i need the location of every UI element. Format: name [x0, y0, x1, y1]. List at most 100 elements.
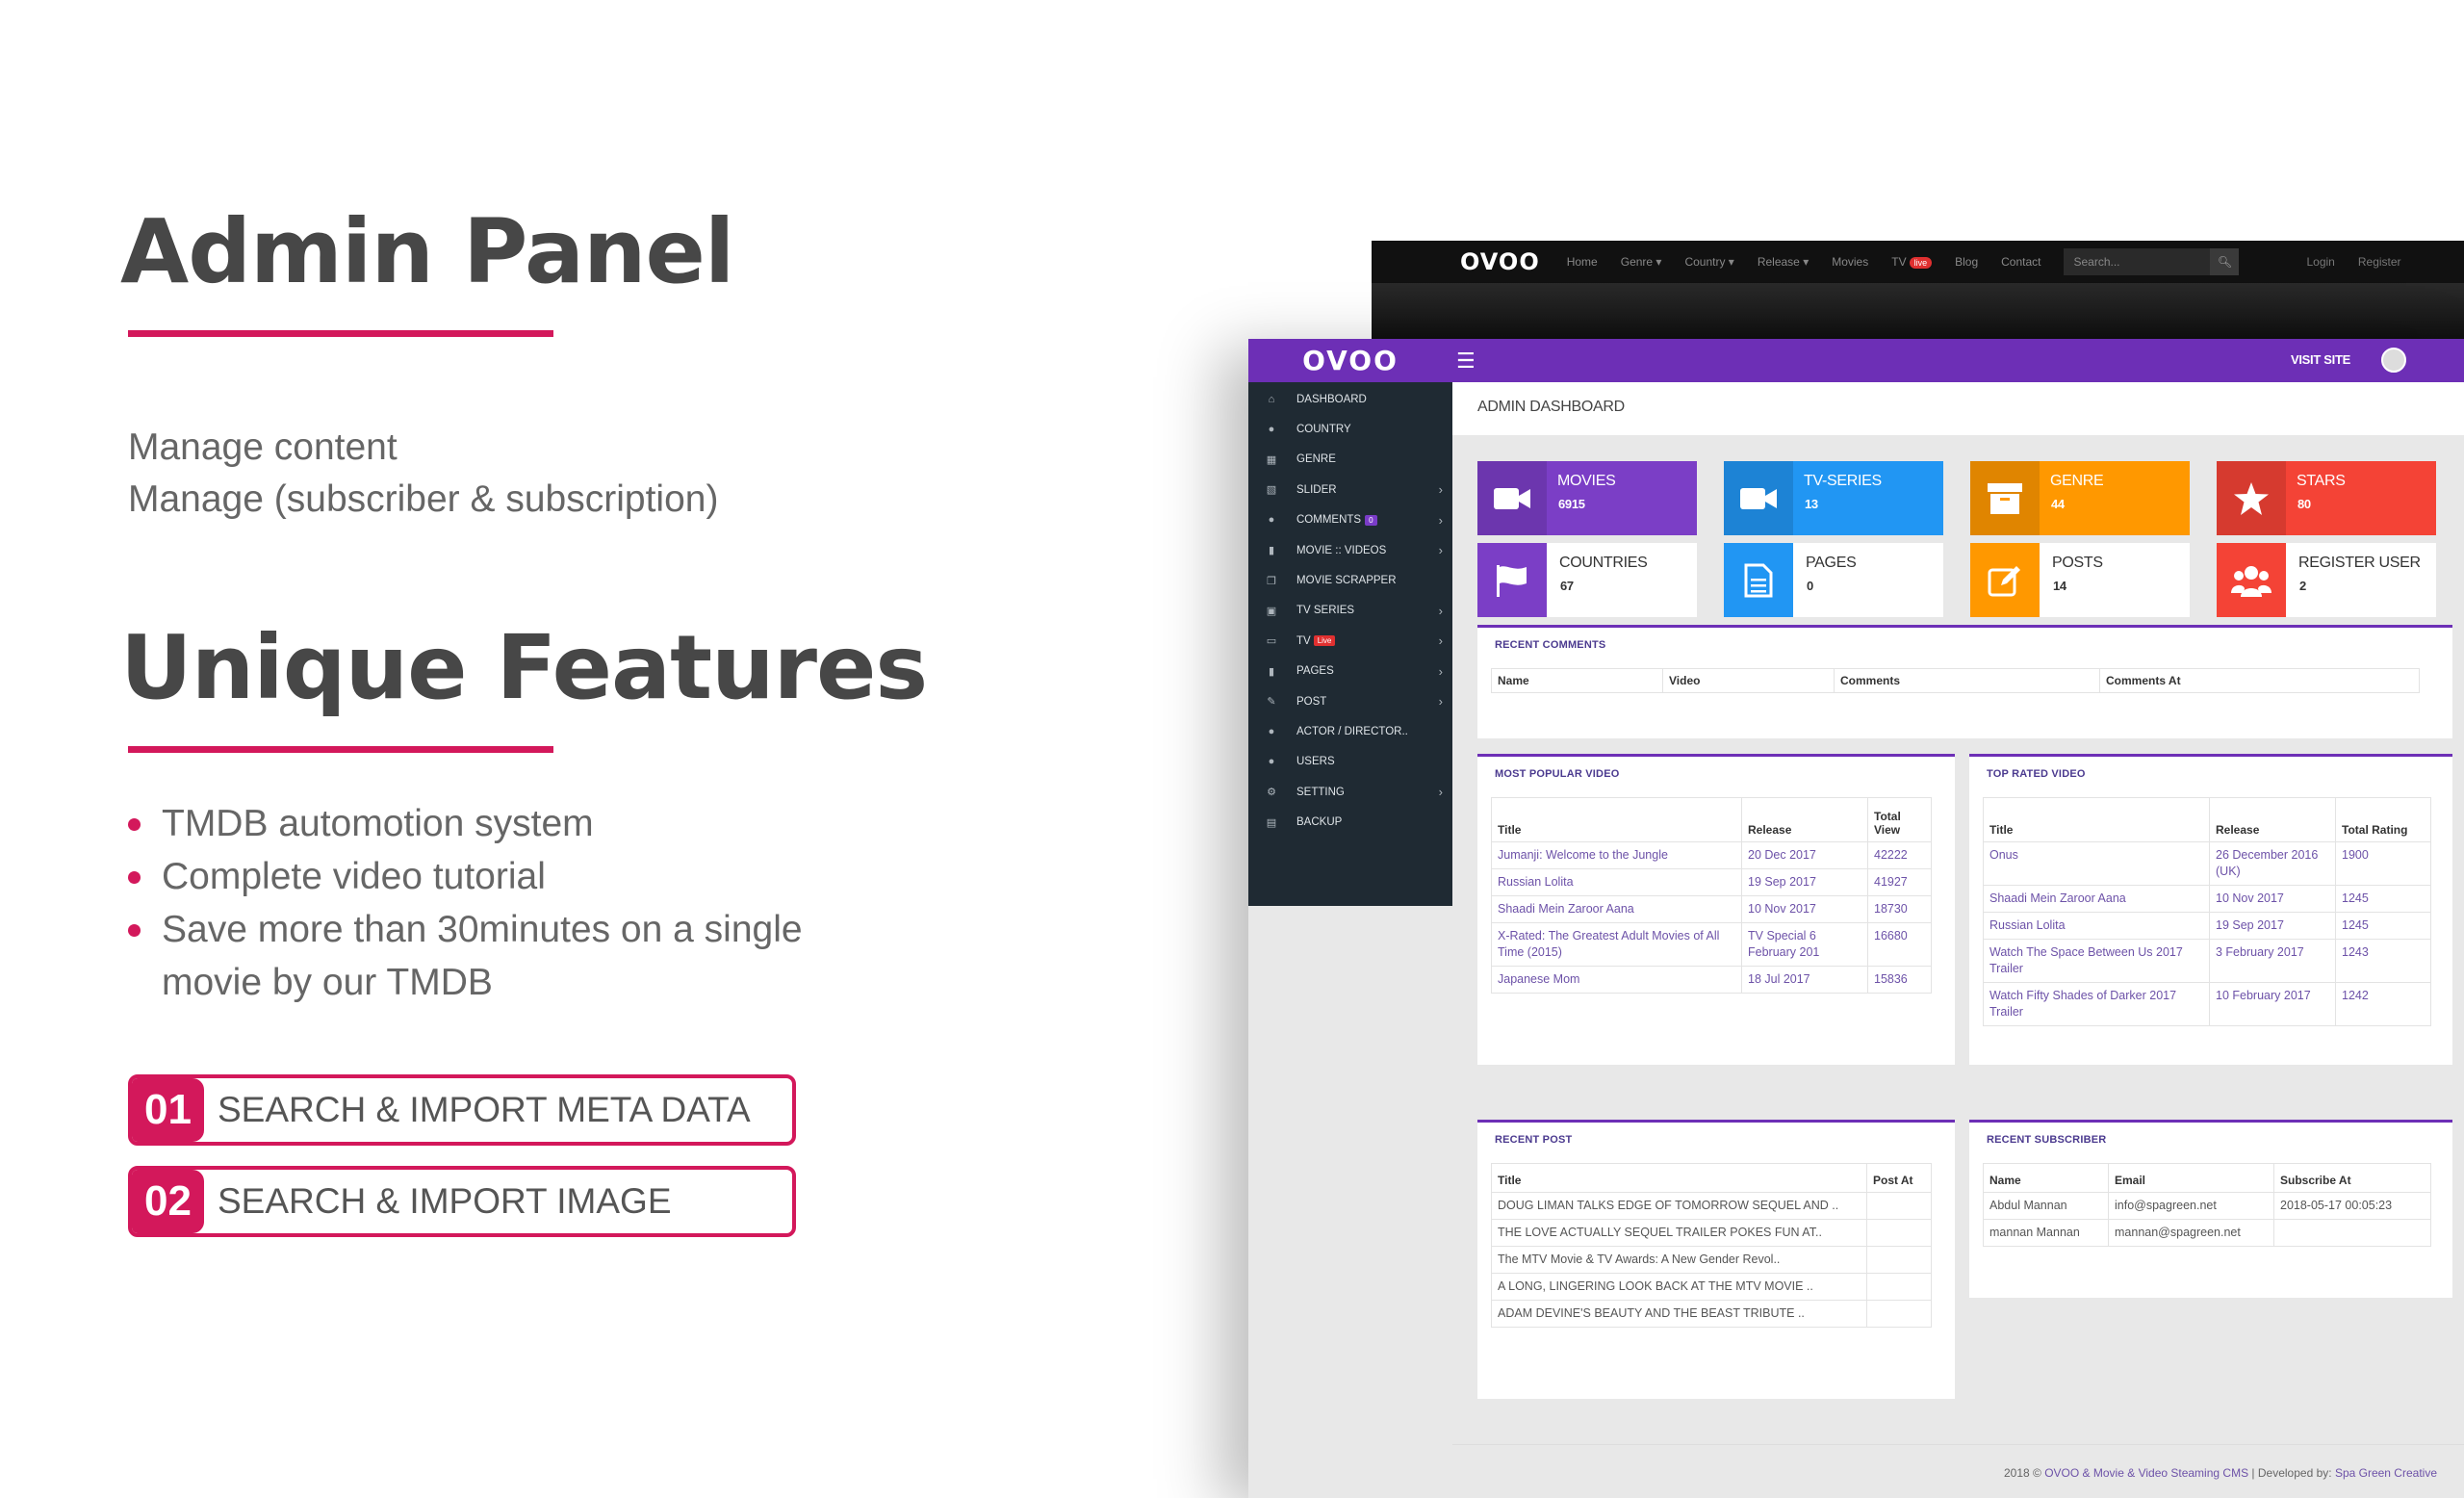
table-row[interactable]: DOUG LIMAN TALKS EDGE OF TOMORROW SEQUEL… [1491, 1192, 1932, 1220]
frontend-preview: OVOO Home Genre ▾ Country ▾ Release ▾ Mo… [1372, 241, 2464, 341]
chevron-right-icon: › [1438, 482, 1443, 498]
sidebar-item-tv[interactable]: ▭ TV Live › [1248, 626, 1452, 656]
sidebar-item-movie-scrapper[interactable]: ❐ MOVIE SCRAPPER [1248, 565, 1452, 595]
step-label: SEARCH & IMPORT IMAGE [218, 1181, 672, 1221]
sidebar-item-users[interactable]: ● USERS [1248, 747, 1452, 777]
video-icon: ▮ [1268, 545, 1275, 557]
most-popular-panel: MOST POPULAR VIDEO Title Release Total V… [1477, 754, 1955, 1065]
recent-comments-panel: RECENT COMMENTS Name Video Comments Comm… [1477, 625, 2452, 738]
column-header: Title [1491, 797, 1742, 842]
column-header: Email [2108, 1163, 2274, 1193]
table-row[interactable]: Jumanji: Welcome to the Jungle 20 Dec 201… [1491, 841, 1932, 869]
table-row[interactable]: Russian Lolita 19 Sep 2017 1245 [1983, 912, 2431, 940]
table-row[interactable]: X-Rated: The Greatest Adult Movies of Al… [1491, 922, 1932, 967]
frontend-search-input[interactable]: Search... [2064, 248, 2211, 275]
chevron-right-icon: › [1438, 663, 1443, 679]
column-header: Video [1662, 668, 1835, 693]
feature-item: TMDB automotion system [128, 797, 835, 850]
table-row[interactable]: Shaadi Mein Zaroor Aana 10 Nov 2017 18730 [1491, 895, 1932, 923]
sidebar-item-dashboard[interactable]: ⌂ DASHBOARD [1248, 384, 1452, 414]
sidebar-item-comments[interactable]: ● COMMENTS 0 › [1248, 505, 1452, 535]
menu-toggle-icon[interactable]: ☰ [1456, 349, 1476, 374]
table-row[interactable]: Onus 26 December 2016 (UK) 1900 [1983, 841, 2431, 886]
users-icon: ● [1268, 725, 1275, 737]
table-row[interactable]: The MTV Movie & TV Awards: A New Gender … [1491, 1246, 1932, 1274]
visit-site-link[interactable]: VISIT SITE [2291, 352, 2350, 367]
register-link[interactable]: Register [2358, 255, 2401, 269]
table-row[interactable]: A LONG, LINGERING LOOK BACK AT THE MTV M… [1491, 1273, 1932, 1301]
sidebar-item-actor-director[interactable]: ● ACTOR / DIRECTOR.. [1248, 716, 1452, 746]
admin-footer: 2018 © OVOO & Movie & Video Steaming CMS… [1452, 1444, 2464, 1498]
nav-release[interactable]: Release ▾ [1758, 255, 1809, 269]
table-row[interactable]: Watch The Space Between Us 2017 Trailer 3… [1983, 939, 2431, 983]
admin-logo[interactable]: OVOO [1248, 345, 1452, 376]
column-header: Title [1983, 797, 2210, 842]
live-badge: Live [1313, 635, 1336, 647]
developer-link[interactable]: Spa Green Creative [2335, 1466, 2437, 1480]
chevron-right-icon: › [1438, 543, 1443, 558]
promo-title: Admin Panel [120, 200, 734, 303]
popular-table: Title Release Total View Jumanji: Welcom… [1491, 797, 1932, 994]
live-badge: live [1909, 257, 1933, 269]
nav-blog[interactable]: Blog [1955, 255, 1978, 269]
frontend-logo[interactable]: OVOO [1460, 248, 1540, 275]
panel-title: TOP RATED VIDEO [1987, 768, 2086, 780]
title-underline [128, 330, 553, 337]
features-underline [128, 746, 553, 753]
sidebar-item-setting[interactable]: ⚙︎ SETTING › [1248, 777, 1452, 807]
table-row[interactable]: Abdul Mannan info@spagreen.net 2018-05-17 … [1983, 1192, 2431, 1220]
stat-card-posts[interactable]: POSTS 14 [1970, 543, 2190, 617]
table-row[interactable]: ADAM DEVINE'S BEAUTY AND THE BEAST TRIBU… [1491, 1300, 1932, 1328]
slider-icon: ▧ [1266, 484, 1277, 497]
column-header: Total Rating [2335, 797, 2431, 842]
home-icon: ⌂ [1268, 393, 1275, 405]
sidebar-item-slider[interactable]: ▧ SLIDER › [1248, 475, 1452, 504]
sidebar-item-genre[interactable]: ▦ GENRE [1248, 445, 1452, 475]
nav-tv[interactable]: TV live [1891, 255, 1933, 269]
stat-card-pages[interactable]: PAGES 0 [1724, 543, 1943, 617]
copy-icon: ❐ [1267, 575, 1276, 587]
chevron-right-icon: › [1438, 512, 1443, 528]
top-rated-table: Title Release Total Rating Onus 26 Decemb… [1983, 797, 2431, 1026]
column-header: Subscribe At [2273, 1163, 2431, 1193]
stat-card-stars[interactable]: STARS 80 [2217, 461, 2436, 535]
sidebar-item-post[interactable]: ✎ POST › [1248, 686, 1452, 716]
stat-card-register-user[interactable]: REGISTER USER 2 [2217, 543, 2436, 617]
page-icon: ▮ [1268, 665, 1275, 678]
search-icon[interactable]: 🔍︎ [2210, 248, 2240, 275]
nav-genre[interactable]: Genre ▾ [1621, 255, 1662, 269]
sidebar-item-pages[interactable]: ▮ PAGES › [1248, 657, 1452, 686]
stat-card-countries[interactable]: COUNTRIES 67 [1477, 543, 1697, 617]
sidebar-item-movie-videos[interactable]: ▮ MOVIE :: VIDEOS › [1248, 535, 1452, 565]
stat-card-genre[interactable]: GENRE 44 [1970, 461, 2190, 535]
nav-movies[interactable]: Movies [1832, 255, 1868, 269]
table-row[interactable]: mannan Mannan mannan@spagreen.net [1983, 1219, 2431, 1247]
table-row[interactable]: Japanese Mom 18 Jul 2017 15836 [1491, 966, 1932, 994]
stat-card-movies[interactable]: MOVIES 6915 [1477, 461, 1697, 535]
table-row[interactable]: Watch Fifty Shades of Darker 2017 Traile… [1983, 982, 2431, 1026]
nav-contact[interactable]: Contact [2001, 255, 2040, 269]
table-row[interactable]: Shaadi Mein Zaroor Aana 10 Nov 2017 1245 [1983, 885, 2431, 913]
nav-country[interactable]: Country ▾ [1684, 255, 1733, 269]
sidebar-item-country[interactable]: ● COUNTRY [1248, 414, 1452, 444]
nav-home[interactable]: Home [1567, 255, 1598, 269]
frontend-hero-banner [1372, 283, 2464, 341]
stat-card-tv-series[interactable]: TV-SERIES 13 [1724, 461, 1943, 535]
recent-post-panel: RECENT POST Title Post At DOUG LIMAN TAL… [1477, 1120, 1955, 1399]
avatar[interactable] [2381, 348, 2406, 373]
sidebar-item-tv-series[interactable]: ▣ TV SERIES › [1248, 596, 1452, 626]
recent-subscriber-table: Name Email Subscribe At Abdul Mannan info… [1983, 1163, 2431, 1247]
users-icon [2217, 543, 2286, 617]
comments-badge: 0 [1365, 514, 1377, 526]
admin-panel-preview: OVOO ☰ VISIT SITE ⌂ DASHBOARD ● COUNTRY ▦ G… [1248, 339, 2464, 1498]
sidebar-item-backup[interactable]: ▤ BACKUP [1248, 807, 1452, 837]
chevron-right-icon: › [1438, 694, 1443, 710]
gears-icon: ⚙︎ [1267, 787, 1276, 799]
admin-topbar: OVOO ☰ VISIT SITE [1248, 339, 2464, 382]
table-row[interactable]: THE LOVE ACTUALLY SEQUEL TRAILER POKES F… [1491, 1219, 1932, 1247]
product-link[interactable]: OVOO & Movie & Video Steaming CMS [2044, 1466, 2248, 1480]
chevron-right-icon: › [1438, 633, 1443, 649]
comment-icon: ● [1268, 514, 1275, 527]
login-link[interactable]: Login [2306, 255, 2334, 269]
table-row[interactable]: Russian Lolita 19 Sep 2017 41927 [1491, 868, 1932, 896]
